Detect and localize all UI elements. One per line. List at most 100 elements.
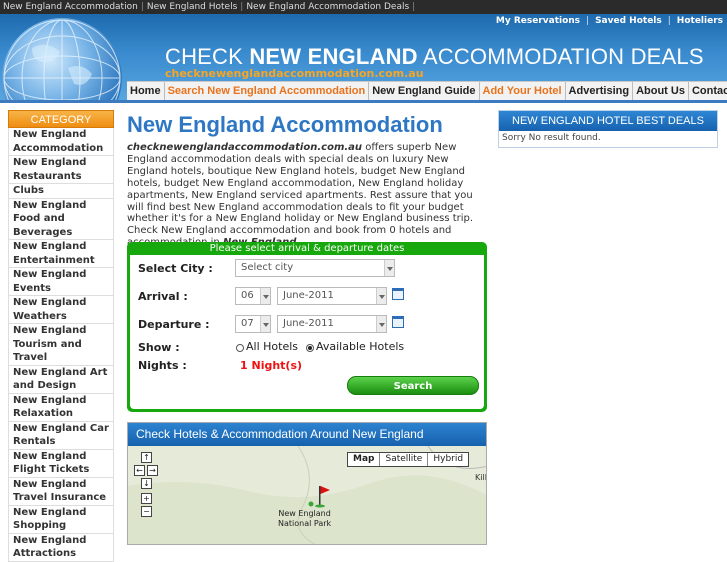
page-title: New England Accommodation <box>127 112 443 137</box>
nights-value: 1 Night(s) <box>240 359 303 372</box>
map-heading: Check Hotels & Accommodation Around New … <box>128 423 486 446</box>
account-links: My Reservations | Saved Hotels | Hoteliers <box>496 16 723 26</box>
top-link-bar: New England Accommodation | New England Ho… <box>0 0 727 14</box>
best-deals-heading: NEW ENGLAND HOTEL BEST DEALS <box>499 111 717 131</box>
intro-site-name: checknewenglandaccommodation.com.au <box>127 142 363 153</box>
main-content: New England Accommodation checknewenglan… <box>127 110 487 545</box>
nav-contact[interactable]: Contact Us <box>689 82 727 100</box>
arrival-day-select[interactable]: 06 <box>235 287 271 305</box>
park-label: New England National Park <box>278 509 331 529</box>
saved-hotels-link[interactable]: Saved Hotels <box>595 16 662 26</box>
map-panel: Check Hotels & Accommodation Around New … <box>127 422 487 545</box>
search-form: Select City : Select city Arrival : 06 J… <box>130 255 484 409</box>
nav-search-accommodation[interactable]: Search New England Accommodation <box>165 82 370 100</box>
search-panel: Please select arrival & departure dates … <box>127 242 487 412</box>
departure-day-select[interactable]: 07 <box>235 315 271 333</box>
map-type-map[interactable]: Map <box>348 453 381 466</box>
chevron-down-icon <box>260 316 270 332</box>
arrival-label: Arrival : <box>138 290 188 303</box>
chevron-down-icon <box>376 288 386 304</box>
category-item[interactable]: New England Relaxation <box>9 393 113 422</box>
nights-label: Nights : <box>138 359 187 372</box>
nav-add-hotel[interactable]: Add Your Hotel <box>480 82 566 100</box>
map-type-satellite[interactable]: Satellite <box>380 453 429 466</box>
pan-down-control[interactable]: ↓ <box>141 478 152 489</box>
nav-guide[interactable]: New England Guide <box>369 82 480 100</box>
zoom-in-control[interactable]: + <box>141 493 152 504</box>
park-label-line1: New England <box>278 509 331 518</box>
category-item[interactable]: New England Tourism and Travel <box>9 324 113 366</box>
pan-left-control[interactable]: ← <box>134 465 145 476</box>
category-item[interactable]: New England Events <box>9 268 113 296</box>
map-type-hybrid[interactable]: Hybrid <box>428 453 468 466</box>
globe-logo-icon <box>2 18 122 102</box>
best-deals-message: Sorry No result found. <box>502 133 601 143</box>
nav-home[interactable]: Home <box>127 82 165 100</box>
map-canvas[interactable]: ↑ ← → ↓ + − Map Satellite Hybrid New Eng… <box>128 446 487 544</box>
chevron-down-icon <box>384 260 394 276</box>
category-item[interactable]: New England Shopping <box>9 505 113 534</box>
departure-month-select[interactable]: June-2011 <box>277 315 387 333</box>
category-item[interactable]: New England Food and Beverages <box>9 198 113 240</box>
category-item[interactable]: New England Car Rentals <box>9 421 113 450</box>
park-marker-icon[interactable] <box>306 482 336 508</box>
hoteliers-link[interactable]: Hoteliers <box>677 16 723 26</box>
site-title-bold: NEW ENGLAND <box>249 44 418 69</box>
park-label-line2: National Park <box>278 519 332 528</box>
separator: | <box>140 2 144 12</box>
topbar-link-accommodation[interactable]: New England Accommodation <box>3 2 138 12</box>
category-item[interactable]: New England Entertainment <box>9 240 113 268</box>
zoom-out-control[interactable]: − <box>141 506 152 517</box>
intro-text: offers superb New England accommodation … <box>127 142 474 248</box>
topbar-link-deals[interactable]: New England Accommodation Deals <box>246 2 409 12</box>
city-label: Select City : <box>138 262 213 275</box>
departure-calendar-icon[interactable] <box>392 316 404 328</box>
separator: | <box>667 16 671 26</box>
category-item[interactable]: New England Weathers <box>9 296 113 324</box>
category-item[interactable]: New England Attractions <box>9 533 113 562</box>
category-item[interactable]: Clubs <box>9 184 113 199</box>
separator: | <box>240 2 244 12</box>
arrival-calendar-icon[interactable] <box>392 288 404 300</box>
category-item[interactable]: New England Travel Insurance <box>9 477 113 506</box>
category-list: New England Accommodation New England Re… <box>8 128 114 562</box>
departure-month-value: June-2011 <box>283 318 334 329</box>
category-item[interactable]: New England Art and Design <box>9 365 113 394</box>
category-item[interactable]: New England Restaurants <box>9 156 113 184</box>
all-hotels-label[interactable]: All Hotels <box>246 340 298 353</box>
map-type-switcher: Map Satellite Hybrid <box>347 452 470 467</box>
search-button[interactable]: Search <box>347 376 479 395</box>
chevron-down-icon <box>376 316 386 332</box>
departure-day-value: 07 <box>241 318 254 329</box>
chevron-down-icon <box>260 288 270 304</box>
category-item[interactable]: New England Accommodation <box>9 128 113 156</box>
departure-label: Departure : <box>138 318 210 331</box>
all-hotels-radio[interactable] <box>236 344 244 352</box>
show-label: Show : <box>138 341 180 354</box>
pan-up-control[interactable]: ↑ <box>141 452 152 463</box>
available-hotels-label[interactable]: Available Hotels <box>316 340 404 353</box>
site-url: checknewenglandaccommodation.com.au <box>165 67 424 80</box>
intro-paragraph: checknewenglandaccommodation.com.au offe… <box>127 142 487 249</box>
search-panel-heading: Please select arrival & departure dates <box>209 243 405 254</box>
nav-about[interactable]: About Us <box>633 82 689 100</box>
arrival-month-value: June-2011 <box>283 290 334 301</box>
separator: | <box>586 16 590 26</box>
pan-right-control[interactable]: → <box>147 465 158 476</box>
header-divider <box>0 100 727 103</box>
category-heading: CATEGORY <box>8 110 114 128</box>
site-title-prefix: CHECK <box>165 44 244 69</box>
separator: | <box>412 2 416 12</box>
arrival-month-select[interactable]: June-2011 <box>277 287 387 305</box>
arrival-day-value: 06 <box>241 290 254 301</box>
available-hotels-radio[interactable] <box>306 344 314 352</box>
best-deals-panel: NEW ENGLAND HOTEL BEST DEALS Sorry No re… <box>498 110 718 148</box>
my-reservations-link[interactable]: My Reservations <box>496 16 580 26</box>
main-nav: Home Search New England Accommodation Ne… <box>127 81 727 100</box>
map-place-label: Kill <box>475 473 487 482</box>
topbar-link-hotels[interactable]: New England Hotels <box>147 2 237 12</box>
city-select[interactable]: Select city <box>235 259 395 277</box>
category-item[interactable]: New England Flight Tickets <box>9 449 113 478</box>
nav-advertising[interactable]: Advertising <box>566 82 634 100</box>
category-sidebar: CATEGORY New England Accommodation New E… <box>8 110 114 562</box>
